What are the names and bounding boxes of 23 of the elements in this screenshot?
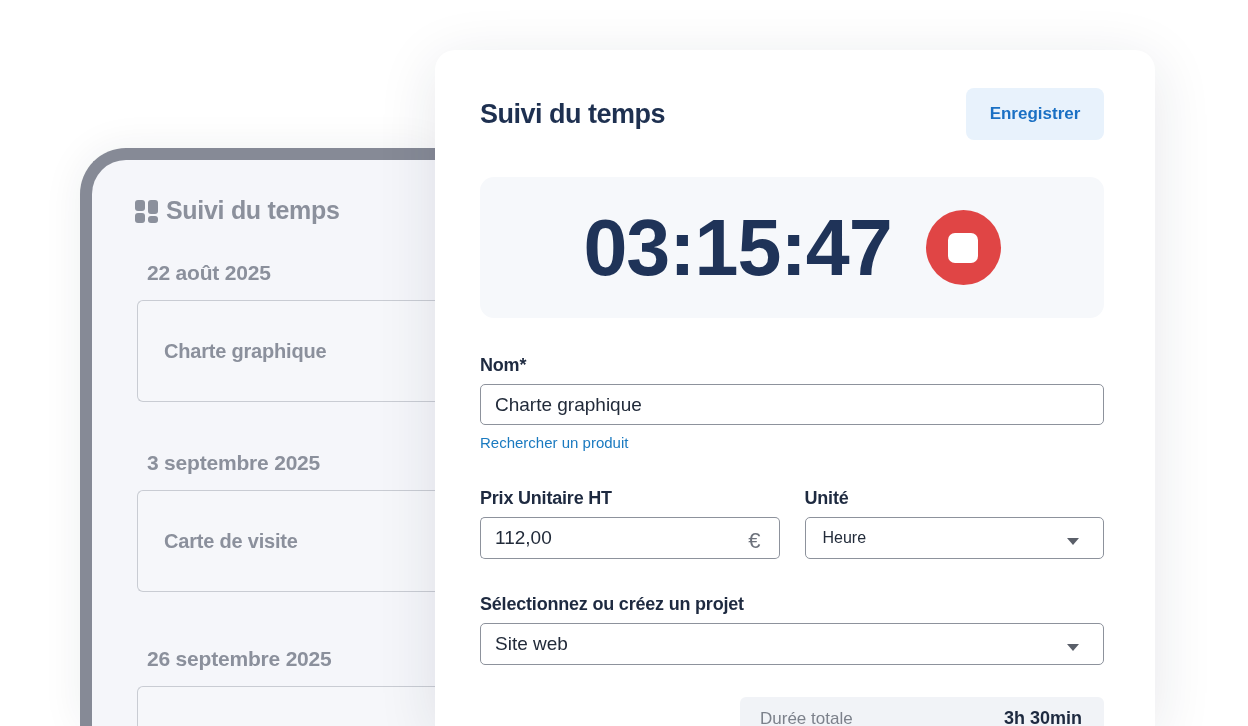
unit-select[interactable]: Heure bbox=[804, 517, 1104, 559]
entry-title: Charte graphique bbox=[164, 339, 327, 364]
total-value: 3h 30min bbox=[1003, 709, 1082, 726]
field-label: Unité bbox=[804, 487, 849, 509]
entry-title: Carte de visite bbox=[164, 529, 298, 554]
date-heading: 3 septembre 2025 bbox=[147, 451, 322, 475]
project-select[interactable]: Site web bbox=[480, 623, 1104, 665]
dashboard-icon bbox=[135, 199, 158, 223]
timer-display: 03:15:47 bbox=[583, 208, 892, 287]
field-label: Sélectionnez ou créez un projet bbox=[480, 593, 744, 615]
field-label: Prix Unitaire HT bbox=[480, 487, 612, 509]
date-heading: 26 septembre 2025 bbox=[147, 647, 333, 671]
total-label: Durée totale bbox=[760, 709, 853, 726]
date-heading: 22 août 2025 bbox=[147, 261, 272, 285]
field-label: Nom* bbox=[480, 354, 527, 376]
save-button[interactable]: Enregistrer bbox=[966, 88, 1104, 140]
card-title: Suivi du temps bbox=[480, 97, 666, 131]
search-product-link[interactable]: Rechercher un produit bbox=[480, 434, 629, 452]
stop-icon bbox=[948, 232, 979, 263]
name-field[interactable]: Charte graphique bbox=[480, 384, 1104, 425]
caret-icon bbox=[1067, 643, 1079, 651]
caret-icon bbox=[1067, 537, 1079, 545]
app-title: Suivi du temps bbox=[166, 195, 340, 227]
